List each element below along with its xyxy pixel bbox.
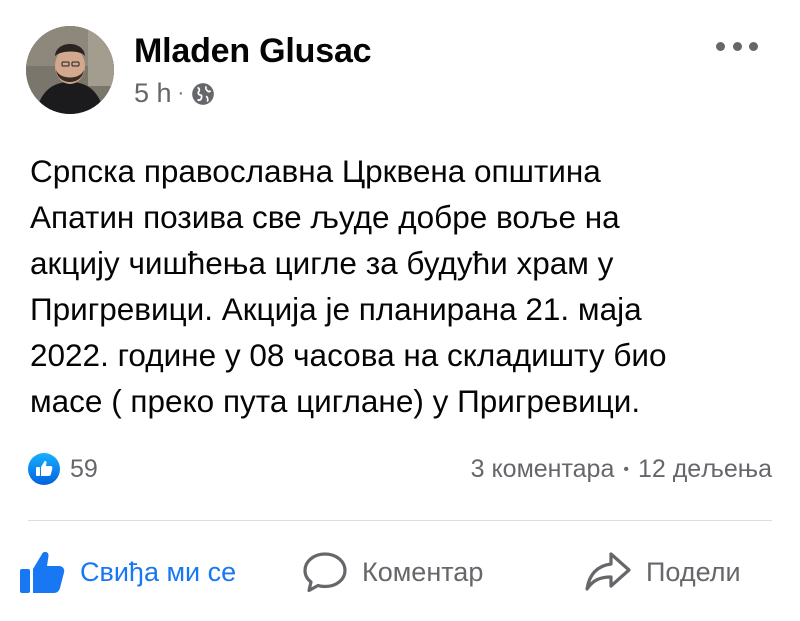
more-dot <box>749 41 758 51</box>
post-text-line: Српска православна Црквена општина <box>30 153 601 189</box>
post-header: Mladen Glusac 5 h · <box>26 26 774 116</box>
globe-icon[interactable] <box>190 81 216 107</box>
feed-post: Mladen Glusac 5 h · Српска православна Ц… <box>0 0 800 621</box>
more-options-icon[interactable] <box>716 36 758 56</box>
like-reaction-icon <box>28 453 60 485</box>
post-stats: 59 3 коментара • 12 дељења <box>28 450 772 490</box>
comments-count[interactable]: 3 коментара <box>471 455 615 484</box>
post-text-line: Пригревици. Акција је планирана 21. маја <box>30 291 642 327</box>
meta-separator: · <box>177 82 185 104</box>
comment-button[interactable]: Коментар <box>302 540 483 604</box>
action-bar: Свиђа ми се Коментар Подели <box>0 540 800 604</box>
post-text-line: 2022. године у 08 часова на складишту би… <box>30 337 667 373</box>
shares-count[interactable]: 12 дељења <box>638 455 772 484</box>
like-label: Свиђа ми се <box>80 556 237 587</box>
more-dot <box>732 41 742 51</box>
post-text-line: масе ( преко пута циглане) у Пригревици. <box>30 383 641 419</box>
avatar-photo <box>26 26 114 114</box>
author-avatar[interactable] <box>26 26 114 114</box>
more-dot <box>716 41 725 51</box>
post-text: Српска православна Црквена општина Апати… <box>30 148 770 424</box>
share-button[interactable]: Подели <box>584 540 741 604</box>
engagement-counts: 3 коментара • 12 дељења <box>471 455 772 484</box>
post-time[interactable]: 5 h <box>134 78 172 109</box>
divider <box>28 520 772 521</box>
post-text-line: акцију чишћења цигле за будући храм у <box>30 245 614 281</box>
comment-label: Коментар <box>362 556 484 587</box>
author-name[interactable]: Mladen Glusac <box>134 32 372 71</box>
post-text-line: Апатин позива све људе добре воље на <box>30 199 620 235</box>
counts-separator: • <box>623 460 629 478</box>
reaction-count: 59 <box>70 454 98 483</box>
thumbs-up-icon <box>20 551 65 593</box>
share-label: Подели <box>646 556 741 587</box>
comment-icon <box>303 552 347 593</box>
reaction-summary[interactable]: 59 <box>28 453 98 485</box>
post-meta: 5 h · <box>134 78 216 109</box>
like-button[interactable]: Свиђа ми се <box>18 540 236 604</box>
share-icon <box>585 552 631 591</box>
